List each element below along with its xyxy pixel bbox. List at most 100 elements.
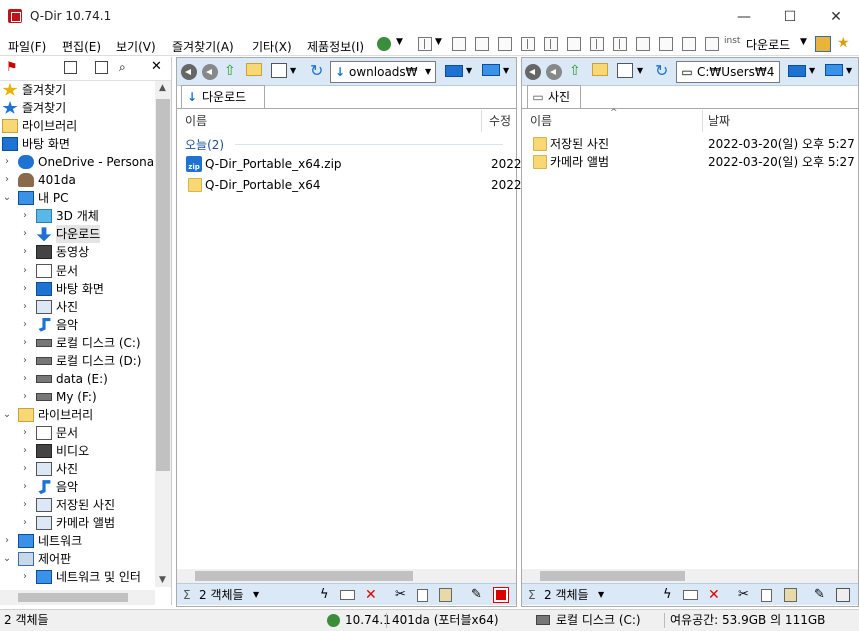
tree-item[interactable]: › 음악 (0, 478, 155, 496)
tree-item[interactable]: ⌄ 내 PC (0, 189, 155, 207)
tree-item[interactable]: › 동영상 (0, 243, 155, 261)
layout-h-icon[interactable] (613, 37, 627, 51)
scroll-down-icon[interactable]: ▼ (159, 575, 166, 585)
expand-arrow-icon[interactable]: › (20, 388, 30, 406)
tree-item[interactable]: 라이브러리 (0, 117, 155, 135)
column-header-modified[interactable]: 수정 (489, 110, 511, 132)
close-pane-icon[interactable] (493, 587, 509, 603)
app-icon[interactable] (8, 9, 22, 23)
expand-arrow-icon[interactable]: › (20, 496, 30, 514)
expand-arrow-icon[interactable]: › (20, 478, 30, 496)
refresh-icon[interactable]: ↻ (655, 61, 668, 80)
chevron-down-icon[interactable]: ▼ (396, 37, 403, 47)
copy-icon[interactable] (761, 589, 772, 602)
layout-b-icon[interactable] (475, 37, 489, 51)
expand-arrow-icon[interactable]: › (20, 316, 30, 334)
menu-edit[interactable]: 편집(E) (62, 38, 101, 55)
expand-arrow-icon[interactable]: › (2, 171, 12, 189)
column-header-name[interactable]: 이름 (530, 110, 552, 132)
view-icon[interactable] (64, 61, 77, 74)
layout-j-icon[interactable] (659, 37, 673, 51)
maximize-button[interactable]: ☐ (767, 0, 813, 34)
right-status-text[interactable]: 2 객체들 (544, 584, 589, 606)
tree-item[interactable]: › 로컬 디스크 (D:) (0, 352, 155, 370)
tree-item[interactable]: › 3D 개체 (0, 207, 155, 225)
left-hscroll-thumb[interactable] (195, 571, 413, 581)
desktop-icon[interactable] (482, 64, 500, 76)
tree-item[interactable]: › 네트워크 및 인터 (0, 568, 155, 586)
forward-icon[interactable] (202, 64, 218, 80)
edit-icon[interactable]: ✎ (471, 584, 482, 606)
computer-icon[interactable] (815, 36, 831, 52)
expand-arrow-icon[interactable]: › (20, 334, 30, 352)
tab-pictures[interactable]: ▭ 사진 (527, 85, 581, 109)
delete-icon[interactable]: ✕ (365, 584, 377, 606)
layout-g-icon[interactable] (590, 37, 604, 51)
refresh-icon[interactable]: ↻ (310, 61, 323, 80)
expand-arrow-icon[interactable]: › (20, 243, 30, 261)
monitor-icon[interactable] (788, 65, 806, 77)
collapse-arrow-icon[interactable]: ⌄ (2, 406, 12, 424)
expand-arrow-icon[interactable]: › (20, 352, 30, 370)
downloads-shortcut[interactable]: 다운로드 (746, 36, 790, 53)
tree-item[interactable]: › 문서 (0, 424, 155, 442)
up-folder-icon[interactable]: ⇧ (569, 63, 581, 79)
delete-icon[interactable]: ✕ (708, 584, 720, 606)
layout-d-icon[interactable] (521, 37, 535, 51)
chevron-down-icon[interactable]: ▼ (809, 66, 815, 75)
search-icon[interactable]: ⌕ (119, 60, 126, 75)
list-item[interactable]: zip Q-Dir_Portable_x64.zip 2022 (185, 155, 522, 173)
forward-icon[interactable] (546, 64, 562, 80)
menu-view[interactable]: 보기(V) (116, 38, 156, 55)
tree-item[interactable]: › My (F:) (0, 388, 155, 406)
expand-arrow-icon[interactable]: › (20, 207, 30, 225)
column-separator[interactable] (481, 110, 482, 132)
scroll-up-icon[interactable]: ▲ (159, 83, 166, 93)
mail-icon[interactable] (683, 590, 698, 600)
paste-icon[interactable] (784, 588, 797, 602)
right-address-bar[interactable]: ▭ C:₩Users₩4 (676, 61, 780, 83)
expand-arrow-icon[interactable]: › (20, 262, 30, 280)
tree-item[interactable]: › 사진 (0, 298, 155, 316)
menu-favorites[interactable]: 즐겨찾기(A) (172, 38, 234, 55)
tab-downloads[interactable]: ↓ 다운로드 (181, 85, 265, 109)
lightning-icon[interactable]: ϟ (663, 584, 672, 606)
mail-icon[interactable] (340, 590, 355, 600)
tree-item[interactable]: 즐겨찾기 (0, 81, 155, 99)
menu-info[interactable]: 제품정보(I) (307, 38, 364, 55)
minimize-button[interactable]: — (721, 0, 767, 34)
tree-item[interactable]: › data (E:) (0, 370, 155, 388)
tree-item[interactable]: › 음악 (0, 316, 155, 334)
tree-item[interactable]: › 문서 (0, 262, 155, 280)
column-separator[interactable] (702, 110, 703, 132)
right-hscroll-thumb[interactable] (540, 571, 685, 581)
tree-item[interactable]: › 네트워크 (0, 532, 155, 550)
chevron-down-icon[interactable]: ▼ (435, 37, 442, 47)
list-item[interactable]: Q-Dir_Portable_x64 2022 (185, 176, 522, 194)
expand-arrow-icon[interactable]: › (20, 568, 30, 586)
tree-item[interactable]: › 401da (0, 171, 155, 189)
chevron-down-icon[interactable]: ▼ (846, 66, 852, 75)
tree-item[interactable]: › OneDrive - Personal (0, 153, 155, 171)
view-mode-icon[interactable] (271, 63, 287, 78)
close-button[interactable]: ✕ (813, 0, 859, 34)
paste-icon[interactable] (439, 588, 452, 602)
cut-icon[interactable]: ✂ (395, 584, 406, 606)
tree-item[interactable]: › 다운로드 (0, 225, 155, 244)
tree-item[interactable]: › 저장된 사진 (0, 496, 155, 514)
tree-item[interactable]: ⌄ 제어판 (0, 550, 155, 568)
tree-hscroll-thumb[interactable] (18, 593, 128, 602)
desktop-icon[interactable] (825, 64, 843, 76)
back-icon[interactable] (181, 64, 197, 80)
chevron-down-icon[interactable]: ▼ (290, 66, 296, 75)
layout-f-icon[interactable] (567, 37, 581, 51)
refresh-tree-icon[interactable] (95, 61, 108, 74)
new-folder-icon[interactable] (246, 63, 262, 76)
expand-arrow-icon[interactable]: › (20, 280, 30, 298)
list-item[interactable]: 저장된 사진 2022-03-20(일) 오후 5:27 (530, 135, 856, 153)
menu-file[interactable]: 파일(F) (8, 38, 46, 55)
pin-icon[interactable]: ⚑ (6, 60, 18, 75)
star-plus-icon[interactable]: ★ (837, 35, 850, 51)
tree-item[interactable]: ⌄ 라이브러리 (0, 406, 155, 424)
column-header-date[interactable]: 날짜 (708, 110, 730, 132)
